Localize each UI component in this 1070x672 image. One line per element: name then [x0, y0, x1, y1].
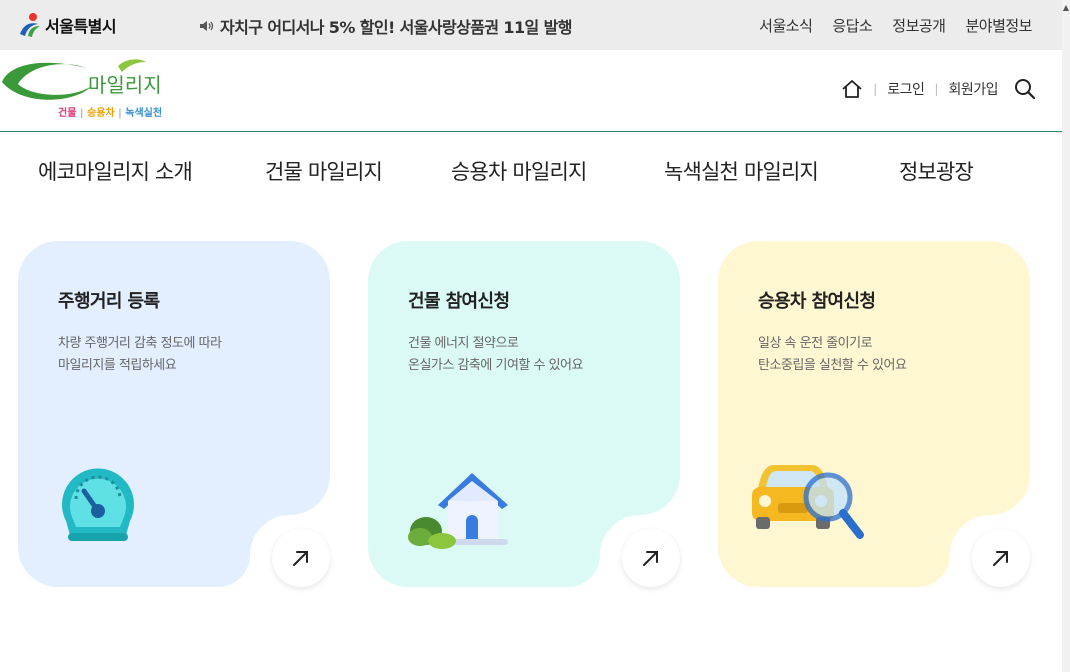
- seoul-logo[interactable]: 서울특별시: [18, 11, 117, 39]
- car-search-icon: [752, 465, 864, 539]
- login-link[interactable]: 로그인: [887, 79, 925, 99]
- card-desc-line: 온실가스 감축에 기여할 수 있어요: [408, 358, 583, 373]
- card-description: 일상 속 운전 줄이기로 탄소중립을 실천할 수 있어요: [758, 333, 907, 377]
- card-link-button[interactable]: [622, 529, 680, 587]
- logo-sub-building: 건물: [58, 108, 77, 119]
- link-field-info[interactable]: 분야별정보: [965, 15, 1032, 36]
- utility-menu: | 로그인 | 회원가입: [841, 78, 1036, 100]
- card-mileage-registration[interactable]: 주행거리 등록 차량 주행거리 감축 정도에 따라 마일리지를 적립하세요: [18, 241, 330, 587]
- arrow-up-right-icon: [293, 551, 308, 566]
- card-building-apply[interactable]: 건물 참여신청 건물 에너지 절약으로 온실가스 감축에 기여할 수 있어요: [368, 241, 680, 587]
- scrollbar[interactable]: ▲: [1062, 0, 1070, 672]
- card-description: 건물 에너지 절약으로 온실가스 감축에 기여할 수 있어요: [408, 333, 583, 377]
- arrow-up-right-icon: [643, 551, 658, 566]
- eco-mileage-logo[interactable]: 에코 마일리지 건물 | 승용차 | 녹색실천: [0, 56, 170, 122]
- search-icon[interactable]: [1014, 78, 1036, 100]
- eco-logo-mark: 에코 마일리지: [2, 59, 162, 100]
- card-desc-line: 일상 속 운전 줄이기로: [758, 336, 873, 351]
- link-info-disclosure[interactable]: 정보공개: [892, 15, 946, 36]
- speaker-icon: [200, 21, 214, 31]
- card-link-button[interactable]: [972, 529, 1030, 587]
- nav-green-mileage[interactable]: 녹색실천 마일리지: [664, 156, 819, 186]
- home-icon[interactable]: [841, 79, 863, 99]
- card-desc-line: 차량 주행거리 감축 정도에 따라: [58, 336, 222, 351]
- card-description: 차량 주행거리 감축 정도에 따라 마일리지를 적립하세요: [58, 333, 222, 377]
- top-bar: 서울특별시 자치구 어디서나 5% 할인! 서울사랑상품권 11일 발행 서울소…: [0, 0, 1062, 50]
- notice-banner[interactable]: 자치구 어디서나 5% 할인! 서울사랑상품권 11일 발행: [199, 14, 572, 38]
- card-desc-line: 탄소중립을 실천할 수 있어요: [758, 358, 907, 373]
- nav-building-mileage[interactable]: 건물 마일리지: [265, 156, 383, 186]
- signup-link[interactable]: 회원가입: [948, 79, 998, 99]
- logo-sub-green: 녹색실천: [125, 108, 163, 119]
- card-desc-line: 마일리지를 적립하세요: [58, 358, 177, 373]
- top-links: 서울소식 응답소 정보공개 분야별정보: [739, 15, 1032, 36]
- nav-info-plaza[interactable]: 정보광장: [899, 156, 974, 186]
- logo-subtitle: 건물 | 승용차 | 녹색실천: [58, 108, 163, 119]
- card-desc-line: 건물 에너지 절약으로: [408, 336, 519, 351]
- card-car-apply[interactable]: 승용차 참여신청 일상 속 운전 줄이기로 탄소중립을 실천할 수 있어요: [718, 241, 1030, 587]
- link-seoul-news[interactable]: 서울소식: [759, 15, 813, 36]
- divider: |: [934, 82, 939, 96]
- card-link-button[interactable]: [272, 529, 330, 587]
- logo-main-text: 에코: [32, 68, 74, 94]
- card-title: 건물 참여신청: [408, 291, 510, 312]
- seoul-emblem-icon: [20, 13, 40, 37]
- notice-text: 자치구 어디서나 5% 할인! 서울사랑상품권 11일 발행: [220, 18, 572, 37]
- scroll-up-icon[interactable]: ▲: [1062, 3, 1070, 12]
- site-header: 에코 마일리지 건물 | 승용차 | 녹색실천 | 로그인 | 회원가입: [0, 50, 1062, 132]
- main-navigation: 에코마일리지 소개 건물 마일리지 승용차 마일리지 녹색실천 마일리지 정보광…: [0, 150, 1062, 194]
- link-eungdapso[interactable]: 응답소: [832, 15, 872, 36]
- card-title: 승용차 참여신청: [758, 291, 876, 312]
- nav-eco-intro[interactable]: 에코마일리지 소개: [38, 156, 193, 186]
- divider: |: [873, 82, 878, 96]
- nav-car-mileage[interactable]: 승용차 마일리지: [451, 156, 587, 186]
- arrow-up-right-icon: [993, 551, 1008, 566]
- speedometer-icon: [62, 468, 134, 541]
- house-icon: [408, 473, 508, 549]
- card-title: 주행거리 등록: [58, 291, 160, 312]
- logo-accent-text: 마일리지: [88, 73, 162, 97]
- seoul-logo-text: 서울특별시: [45, 17, 117, 36]
- logo-sub-car: 승용차: [87, 108, 115, 119]
